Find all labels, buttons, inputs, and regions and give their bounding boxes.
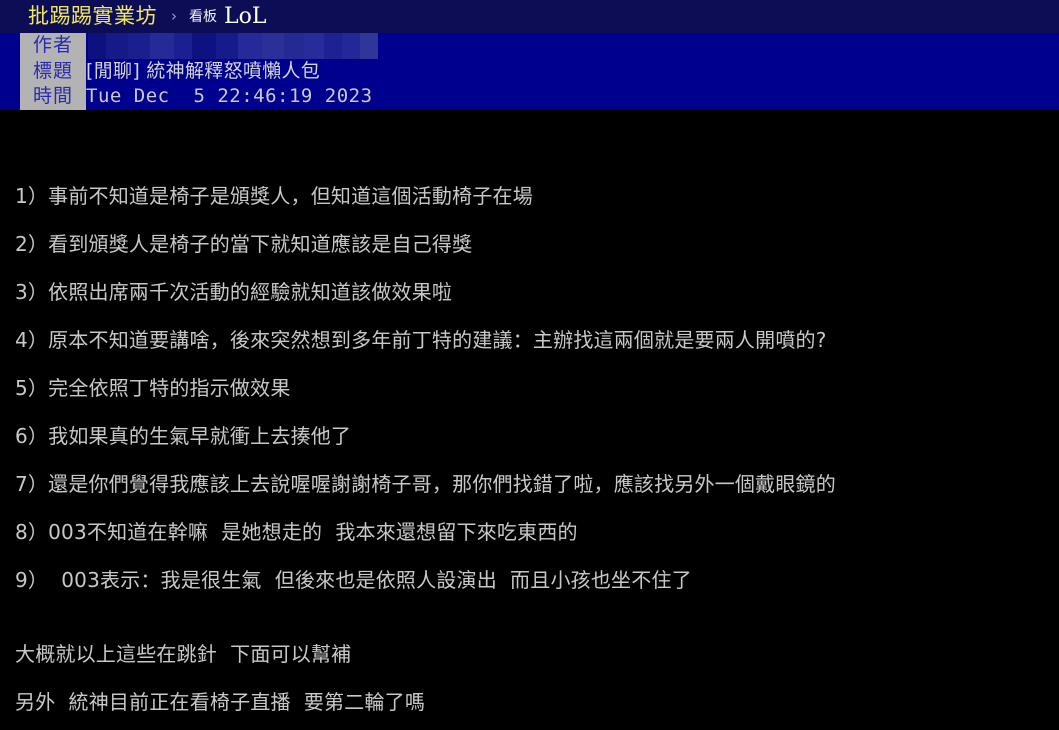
post-line: 8）003不知道在幹嘛 是她想走的 我本來還想留下來吃東西的 [15, 520, 578, 544]
breadcrumb-site-link[interactable]: 批踢踢實業坊 [28, 6, 157, 27]
post-paragraph-gap [15, 604, 1059, 630]
post-line: 7）還是你們覺得我應該上去說喔喔謝謝椅子哥，那你們找錯了啦，應該找另外一個戴眼鏡… [15, 472, 836, 496]
post-line: 4）原本不知道要講啥，後來突然想到多年前丁特的建議：主辦找這兩個就是要兩人開噴的… [15, 328, 827, 352]
meta-value-column: [閒聊] 統神解釋怒噴懶人包 Tue Dec 5 22:46:19 2023 [86, 33, 1059, 110]
article-meta-header: 作者 標題 時間 [閒聊] 統神解釋怒噴懶人包 Tue Dec 5 22:46:… [0, 33, 1059, 110]
article-title: [閒聊] 統神解釋怒噴懶人包 [86, 59, 321, 82]
post-line: 3）依照出席兩千次活動的經驗就知道該做效果啦 [15, 280, 453, 304]
author-redacted-block [88, 33, 378, 59]
chevron-right-icon: › [171, 7, 177, 25]
article-timestamp: Tue Dec 5 22:46:19 2023 [86, 85, 373, 108]
meta-label-author: 作者 [32, 34, 73, 57]
post-line: 1）事前不知道是椅子是頒獎人，但知道這個活動椅子在場 [15, 184, 533, 208]
meta-label-time: 時間 [32, 85, 73, 108]
post-line: 2）看到頒獎人是椅子的當下就知道應該是自己得獎 [15, 232, 473, 256]
breadcrumb-board-link[interactable]: LoL [224, 5, 266, 28]
meta-label-column: 作者 標題 時間 [20, 33, 86, 110]
post-line: 6）我如果真的生氣早就衝上去揍他了 [15, 424, 352, 448]
breadcrumb: 批踢踢實業坊 › 看板 LoL [0, 0, 1059, 33]
meta-row-time: Tue Dec 5 22:46:19 2023 [86, 84, 1059, 110]
meta-row-author [86, 33, 1059, 59]
post-line: 5）完全依照丁特的指示做效果 [15, 376, 291, 400]
post-line: 9） 003表示：我是很生氣 但後來也是依照人設演出 而且小孩也坐不住了 [15, 568, 692, 592]
meta-row-title: [閒聊] 統神解釋怒噴懶人包 [86, 59, 1059, 85]
post-closing-line: 大概就以上這些在跳針 下面可以幫補 [15, 642, 352, 666]
post-body: 1）事前不知道是椅子是頒獎人，但知道這個活動椅子在場 2）看到頒獎人是椅子的當下… [0, 110, 1059, 730]
post-closing-line: 另外 統神目前正在看椅子直播 要第二輪了嗎 [15, 690, 426, 714]
meta-label-title: 標題 [32, 59, 73, 82]
breadcrumb-board-label: 看板 [189, 8, 217, 25]
